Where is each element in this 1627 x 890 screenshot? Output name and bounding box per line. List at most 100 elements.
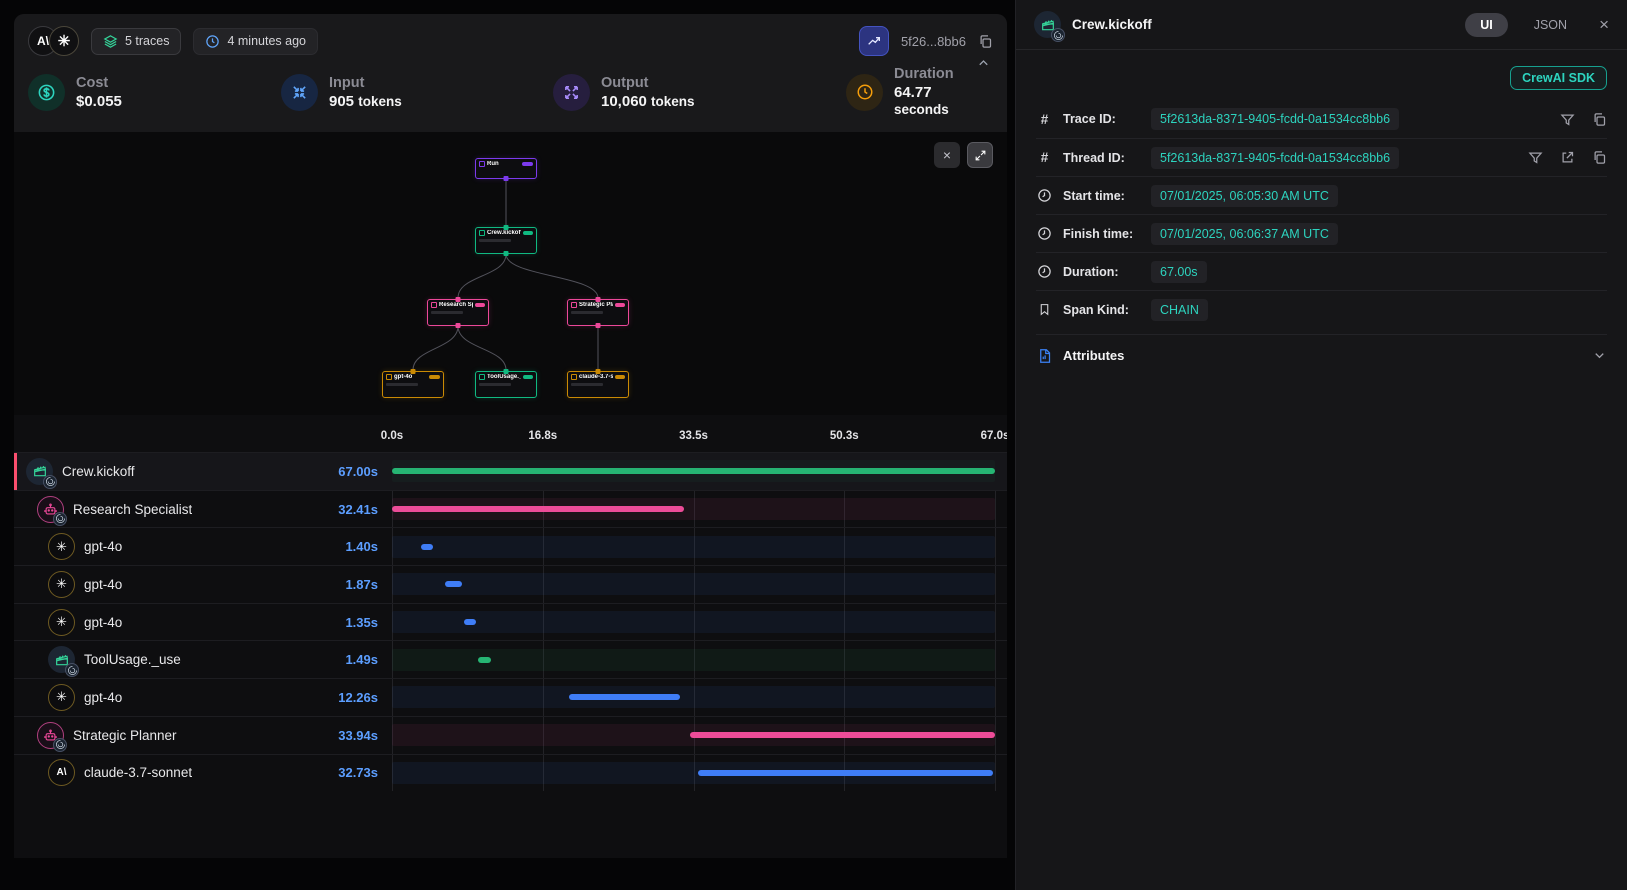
traces-count-label: 5 traces xyxy=(125,34,169,48)
waterfall-section: 0.0s16.8s33.5s50.3s67.0s Crew.kickoff67.… xyxy=(14,415,1007,791)
graph-node-badge xyxy=(523,375,533,379)
graph-node-subtext xyxy=(386,383,418,386)
trace-short-id: 5f26...8bb6 xyxy=(901,34,966,49)
trace-graph: Run Crew.kickoff Research Speciali... Strat… xyxy=(14,132,1007,415)
span-bar[interactable] xyxy=(569,694,679,700)
node-handle-top xyxy=(411,369,416,374)
field-label: Trace ID: xyxy=(1063,112,1141,126)
span-fields: #Trace ID:5f2613da-8371-9405-fcdd-0a1534… xyxy=(1016,100,1627,328)
pink-node-icon xyxy=(571,302,577,308)
line-chart-icon xyxy=(866,33,882,49)
span-timeline-cell xyxy=(392,679,995,716)
graph-node-strategic[interactable]: Strategic Planner xyxy=(567,299,629,326)
node-handle-top xyxy=(596,369,601,374)
trace-span-row[interactable]: Research Specialist32.41s xyxy=(14,490,1007,528)
metric-value: 10,060 tokens xyxy=(601,93,695,110)
hash-icon: # xyxy=(1036,112,1053,127)
crew-icon xyxy=(48,646,75,673)
chevron-down-icon[interactable] xyxy=(1592,348,1607,363)
collapse-metrics-button[interactable] xyxy=(976,56,991,71)
metric-text: Output 10,060 tokens xyxy=(601,75,695,110)
trace-header-card: A\ ✳ 5 traces 4 minutes ago 5f26...8bb6 xyxy=(14,14,1007,132)
field-value: CHAIN xyxy=(1151,299,1208,321)
view-metrics-button[interactable] xyxy=(859,26,889,56)
trace-span-row[interactable]: A\claude-3.7-sonnet32.73s xyxy=(14,754,1007,792)
span-bar[interactable] xyxy=(690,732,995,738)
span-bar[interactable] xyxy=(445,581,462,587)
span-bar[interactable] xyxy=(392,468,995,474)
span-bar[interactable] xyxy=(392,506,684,512)
span-bar[interactable] xyxy=(464,619,476,625)
graph-node-subtext xyxy=(571,383,603,386)
graph-node-gpt[interactable]: gpt-4o xyxy=(382,371,444,398)
trace-span-row[interactable]: ✳gpt-4o1.35s xyxy=(14,603,1007,641)
graph-node-label: Research Speciali... xyxy=(439,302,473,308)
metric-label: Output xyxy=(601,75,695,91)
copy-button[interactable] xyxy=(1592,112,1607,127)
copy-trace-id-button[interactable] xyxy=(978,34,993,49)
filter-button[interactable] xyxy=(1560,112,1575,127)
metric-value: 905 tokens xyxy=(329,93,402,110)
span-bar[interactable] xyxy=(421,544,434,550)
purple-node-icon xyxy=(479,161,485,167)
clock-icon xyxy=(1036,226,1053,241)
clock-icon xyxy=(1036,264,1053,279)
openai-logo-icon: ✳ xyxy=(48,571,75,598)
graph-node-badge xyxy=(615,375,625,379)
agentops-badge-icon xyxy=(43,475,57,489)
span-duration: 1.87s xyxy=(345,577,378,592)
main-column: A\ ✳ 5 traces 4 minutes ago 5f26...8bb6 xyxy=(14,14,1007,858)
trace-span-row[interactable]: Crew.kickoff67.00s xyxy=(14,452,1007,490)
clock-icon xyxy=(846,74,883,111)
graph-node-run[interactable]: Run xyxy=(475,158,537,179)
bookmark-icon xyxy=(1036,302,1053,317)
trace-span-row[interactable]: ✳gpt-4o12.26s xyxy=(14,678,1007,716)
axis-tick: 33.5s xyxy=(679,430,708,442)
metric-duration: Duration64.77 seconds xyxy=(846,66,967,118)
attributes-label: Attributes xyxy=(1063,348,1124,363)
span-timeline-cell xyxy=(392,641,995,678)
clock-icon xyxy=(1036,188,1053,203)
span-bar[interactable] xyxy=(698,770,993,776)
trace-span-row[interactable]: ToolUsage._use1.49s xyxy=(14,640,1007,678)
amber-node-icon xyxy=(386,374,392,380)
attributes-section[interactable]: Attributes xyxy=(1036,334,1607,376)
graph-node-crew[interactable]: Crew.kickoff xyxy=(475,227,537,254)
metrics-row: Cost$0.055Input905 tokensOutput10,060 to… xyxy=(28,66,993,118)
span-timeline-cell xyxy=(392,491,995,528)
tab-json[interactable]: JSON xyxy=(1519,13,1582,37)
panel-title: Crew.kickoff xyxy=(1072,17,1152,32)
graph-node-row: gpt-4o xyxy=(386,374,440,380)
span-duration: 1.40s xyxy=(345,539,378,554)
trace-span-row[interactable]: ✳gpt-4o1.40s xyxy=(14,527,1007,565)
metric-label: Duration xyxy=(894,66,967,82)
traces-count-badge[interactable]: 5 traces xyxy=(91,28,181,55)
trace-span-row[interactable]: ✳gpt-4o1.87s xyxy=(14,565,1007,603)
metric-value: $0.055 xyxy=(76,93,122,110)
clock-icon xyxy=(205,34,220,49)
span-bar[interactable] xyxy=(478,657,491,663)
tab-ui[interactable]: UI xyxy=(1465,13,1508,37)
copy-button[interactable] xyxy=(1592,150,1607,165)
graph-node-badge xyxy=(429,375,440,379)
layers-icon xyxy=(103,34,118,49)
amber-node-icon xyxy=(571,374,577,380)
trace-span-row[interactable]: Strategic Planner33.94s xyxy=(14,716,1007,754)
expand-graph-button[interactable] xyxy=(967,142,993,168)
graph-node-claude[interactable]: claude-3.7-sonnet xyxy=(567,371,629,398)
graph-node-tool[interactable]: ToolUsage._use xyxy=(475,371,537,398)
trace-viewer-page: A\ ✳ 5 traces 4 minutes ago 5f26...8bb6 xyxy=(0,0,1627,890)
field-row-finishtime: Finish time:07/01/2025, 06:06:37 AM UTC xyxy=(1036,214,1607,252)
graph-node-badge xyxy=(615,303,625,307)
graph-node-badge xyxy=(523,231,533,235)
field-row-traceid: #Trace ID:5f2613da-8371-9405-fcdd-0a1534… xyxy=(1036,100,1607,138)
span-timeline-cell xyxy=(392,604,995,641)
external-button[interactable] xyxy=(1560,150,1575,165)
graph-node-research[interactable]: Research Speciali... xyxy=(427,299,489,326)
dollar-icon xyxy=(28,74,65,111)
span-name-cell: ✳gpt-4o1.40s xyxy=(14,533,392,560)
filter-button[interactable] xyxy=(1528,150,1543,165)
close-panel-button[interactable]: × xyxy=(1599,15,1609,35)
node-handle-bottom xyxy=(504,251,509,256)
close-graph-button[interactable]: × xyxy=(934,142,960,168)
